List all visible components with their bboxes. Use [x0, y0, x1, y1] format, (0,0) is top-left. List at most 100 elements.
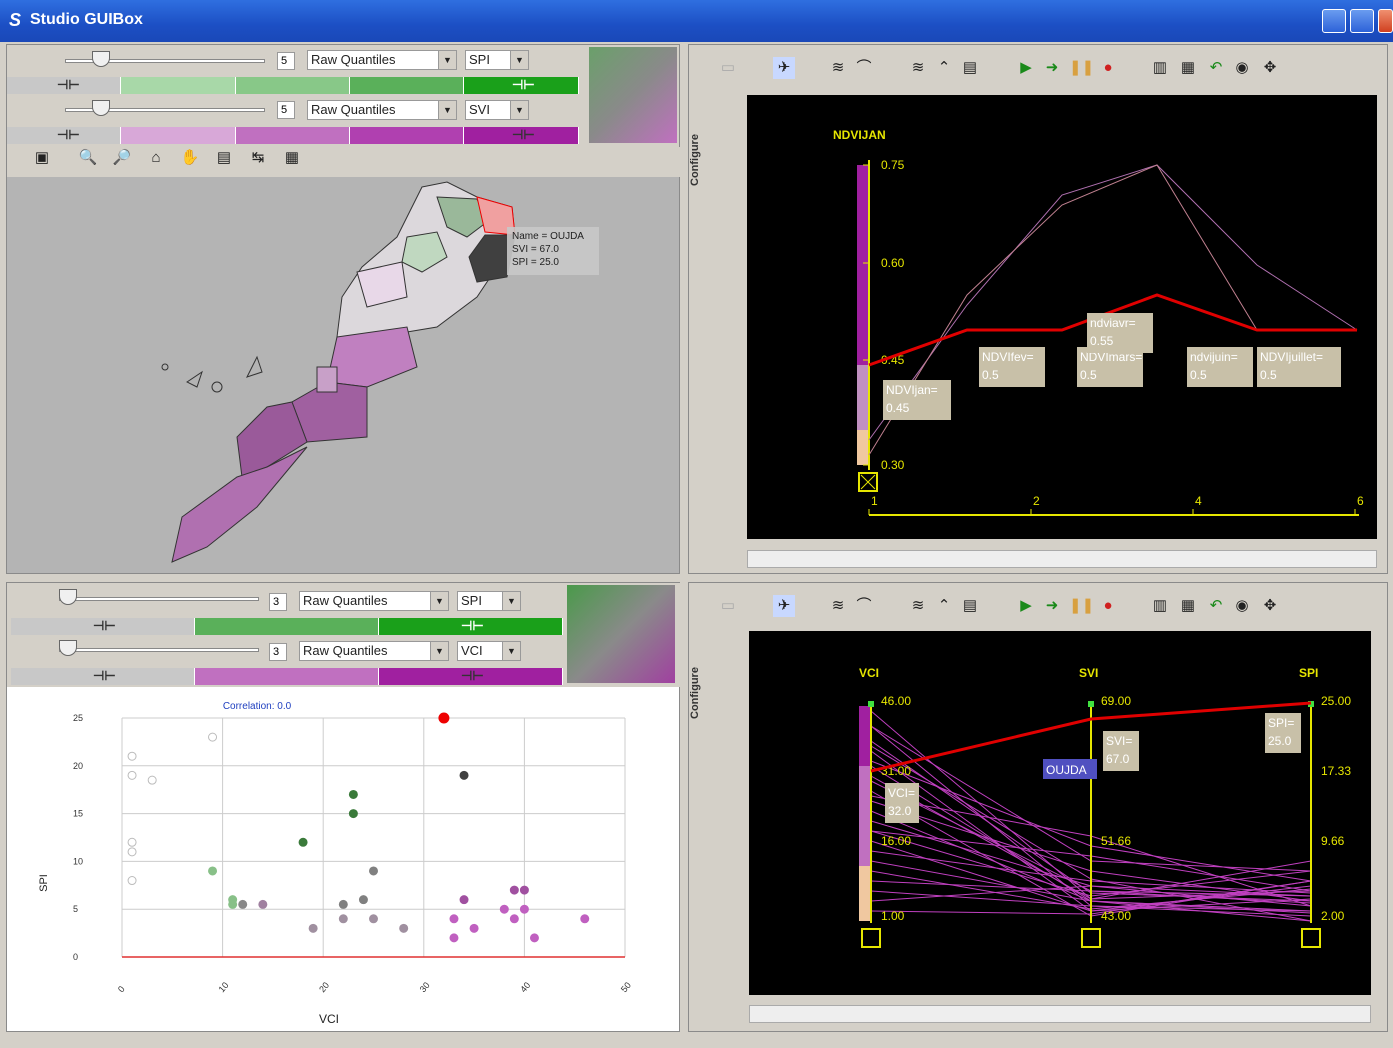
scatter-point[interactable] — [258, 899, 268, 909]
zoom-out-icon[interactable]: 🔎 — [111, 147, 133, 169]
axis-toggle-icon[interactable] — [1081, 928, 1101, 948]
purple-class-bar[interactable]: ⊣⊢ ⊣⊢ — [11, 668, 563, 685]
bar-handle-icon[interactable]: ⊣⊢ — [93, 618, 116, 634]
open-icon[interactable]: ▭ — [717, 595, 739, 617]
scatter-point[interactable] — [438, 712, 450, 724]
slider-thumb[interactable] — [92, 100, 110, 116]
scatter-point[interactable] — [499, 904, 509, 914]
fullscreen-icon[interactable]: ✥ — [1259, 595, 1281, 617]
bar-handle-icon[interactable]: ⊣⊢ — [512, 77, 535, 93]
class-slider-4[interactable] — [59, 648, 259, 652]
home-icon[interactable]: ⌂ — [145, 147, 167, 169]
scatter-point[interactable] — [449, 914, 459, 924]
bars-icon[interactable]: ▥ — [1149, 57, 1171, 79]
scatter-point[interactable] — [308, 923, 318, 933]
method-select-3[interactable]: Raw Quantiles ▼ — [299, 591, 449, 611]
scatter-plot[interactable]: Correlation: 0.0 SPI VCI 25201510500 10 20… — [7, 693, 679, 1031]
scatter-point[interactable] — [529, 933, 539, 943]
stop-icon[interactable]: ● — [1097, 595, 1119, 617]
stack-icon[interactable]: ≋ — [907, 57, 929, 79]
frame-icon[interactable]: ▤ — [959, 595, 981, 617]
class-count-3[interactable]: 3 — [269, 593, 287, 611]
scatter-point[interactable] — [519, 885, 529, 895]
axis-toggle-icon[interactable] — [861, 928, 881, 948]
pause-icon[interactable]: ❚❚ — [1069, 57, 1094, 79]
bar-handle-icon[interactable]: ⊣⊢ — [57, 127, 80, 143]
minimize-button[interactable] — [1322, 9, 1346, 33]
close-button[interactable] — [1378, 9, 1393, 33]
grid-icon[interactable]: ▦ — [281, 147, 303, 169]
lines-icon[interactable]: ≋ — [827, 595, 849, 617]
green-class-bar[interactable]: ⊣⊢ ⊣⊢ — [7, 77, 579, 94]
class-count-1[interactable]: 5 — [277, 52, 295, 70]
bar-handle-icon[interactable]: ⊣⊢ — [57, 77, 80, 93]
peak-icon[interactable]: ⌃ — [933, 57, 955, 79]
scatter-point[interactable] — [338, 899, 348, 909]
class-count-4[interactable]: 3 — [269, 643, 287, 661]
bar-handle-icon[interactable]: ⊣⊢ — [461, 668, 484, 684]
scatter-point[interactable] — [449, 933, 459, 943]
scatter-point[interactable] — [509, 914, 519, 924]
green-class-bar[interactable]: ⊣⊢ ⊣⊢ — [11, 618, 563, 635]
play-icon[interactable]: ▶ — [1015, 57, 1037, 79]
next-icon[interactable]: ➜ — [1041, 595, 1063, 617]
bar-handle-icon[interactable]: ⊣⊢ — [461, 618, 484, 634]
horizontal-scrollbar[interactable] — [749, 1005, 1371, 1023]
scatter-point[interactable] — [369, 866, 378, 876]
undo-icon[interactable]: ↶ — [1205, 57, 1227, 79]
axis-toggle-icon[interactable] — [1301, 928, 1321, 948]
class-slider-3[interactable] — [59, 597, 259, 601]
scatter-point[interactable] — [399, 923, 409, 933]
lines-icon[interactable]: ≋ — [827, 57, 849, 79]
scatter-point[interactable] — [127, 837, 137, 847]
slider-thumb[interactable] — [92, 51, 110, 67]
bars-icon[interactable]: ▥ — [1149, 595, 1171, 617]
scatter-point[interactable] — [348, 809, 358, 819]
next-icon[interactable]: ➜ — [1041, 57, 1063, 79]
play-icon[interactable]: ▶ — [1015, 595, 1037, 617]
scatter-point[interactable] — [127, 770, 137, 780]
curve-icon[interactable]: ⌒ — [853, 57, 875, 79]
refresh-icon[interactable]: ◉ — [1231, 57, 1253, 79]
scatter-point[interactable] — [358, 895, 368, 905]
bar-handle-icon[interactable]: ⊣⊢ — [512, 127, 535, 143]
stop-icon[interactable]: ● — [1097, 57, 1119, 79]
scatter-point[interactable] — [147, 775, 157, 785]
frame-icon[interactable]: ▤ — [959, 57, 981, 79]
scatter-point[interactable] — [348, 789, 358, 799]
scatter-point[interactable] — [509, 885, 519, 895]
method-select-4[interactable]: Raw Quantiles ▼ — [299, 641, 449, 661]
pause-icon[interactable]: ❚❚ — [1069, 595, 1094, 617]
refresh-icon[interactable]: ◉ — [1231, 595, 1253, 617]
scatter-point[interactable] — [127, 876, 137, 886]
configure-tab[interactable]: Configure — [689, 638, 711, 748]
peak-icon[interactable]: ⌃ — [933, 595, 955, 617]
method-select-2[interactable]: Raw Quantiles ▼ — [307, 100, 457, 120]
columns-icon[interactable]: ▦ — [1177, 595, 1199, 617]
scatter-point[interactable] — [338, 914, 348, 924]
pointer-icon[interactable]: ✈ — [773, 57, 795, 79]
class-count-2[interactable]: 5 — [277, 101, 295, 119]
scatter-point[interactable] — [228, 899, 238, 909]
variable-select-2[interactable]: SVI ▼ — [465, 100, 529, 120]
columns-icon[interactable]: ▦ — [1177, 57, 1199, 79]
zoom-in-icon[interactable]: 🔍 — [77, 147, 99, 169]
scatter-point[interactable] — [238, 899, 248, 909]
fullscreen-icon[interactable]: ✥ — [1259, 57, 1281, 79]
purple-class-bar[interactable]: ⊣⊢ ⊣⊢ — [7, 127, 579, 144]
scatter-point[interactable] — [298, 837, 308, 847]
undo-icon[interactable]: ↶ — [1205, 595, 1227, 617]
scatter-point[interactable] — [208, 866, 218, 876]
scatter-point[interactable] — [369, 914, 378, 924]
curve-icon[interactable]: ⌒ — [853, 595, 875, 617]
open-icon[interactable]: ▭ — [717, 57, 739, 79]
pan-icon[interactable]: ✋ — [179, 147, 201, 169]
indices-plot[interactable]: VCI 46.00 31.00 16.00 1.00 SVI 69.00 51.66 43.00… — [749, 631, 1371, 995]
scatter-point[interactable] — [208, 732, 218, 742]
stack-icon[interactable]: ≋ — [907, 595, 929, 617]
select-icon[interactable]: ▣ — [31, 147, 53, 169]
variable-select-4[interactable]: VCI ▼ — [457, 641, 521, 661]
pointer-icon[interactable]: ✈ — [773, 595, 795, 617]
measure-icon[interactable]: ↹ — [247, 147, 269, 169]
horizontal-scrollbar[interactable] — [747, 550, 1377, 568]
